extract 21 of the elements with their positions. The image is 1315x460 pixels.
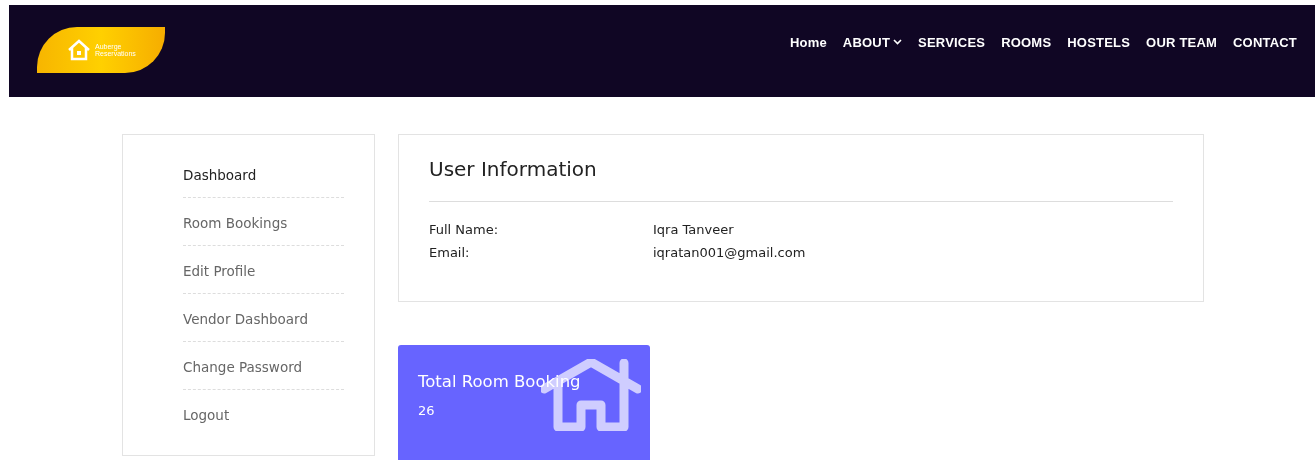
sidebar-item[interactable]: Change Password <box>183 355 344 390</box>
sidebar-item[interactable]: Vendor Dashboard <box>183 307 344 342</box>
sidebar-item[interactable]: Logout <box>183 403 344 437</box>
nav-link[interactable]: ROOMS <box>1001 34 1052 50</box>
field-label: Email: <box>429 245 471 260</box>
house-icon <box>67 38 91 62</box>
card-title: User Information <box>429 157 1173 202</box>
sidebar-item[interactable]: Room Bookings <box>183 211 344 246</box>
nav-link[interactable]: HOSTELS <box>1067 34 1131 50</box>
field-value: iqratan001@gmail.com <box>653 245 806 260</box>
sidebar-item[interactable]: Dashboard <box>183 163 344 198</box>
field-label: Full Name: <box>429 222 500 237</box>
nav-link[interactable]: OUR TEAM <box>1146 34 1217 50</box>
nav-link[interactable]: SERVICES <box>918 34 986 50</box>
chevron-down-icon <box>893 39 903 45</box>
nav-link[interactable]: Home <box>789 34 827 50</box>
field-value: Iqra Tanveer <box>653 222 734 237</box>
stat-value: 26 <box>418 403 436 418</box>
sidebar-item[interactable]: Edit Profile <box>183 259 344 294</box>
nav-link[interactable]: ABOUT <box>842 34 903 50</box>
nav-link[interactable]: CONTACT <box>1233 34 1297 50</box>
